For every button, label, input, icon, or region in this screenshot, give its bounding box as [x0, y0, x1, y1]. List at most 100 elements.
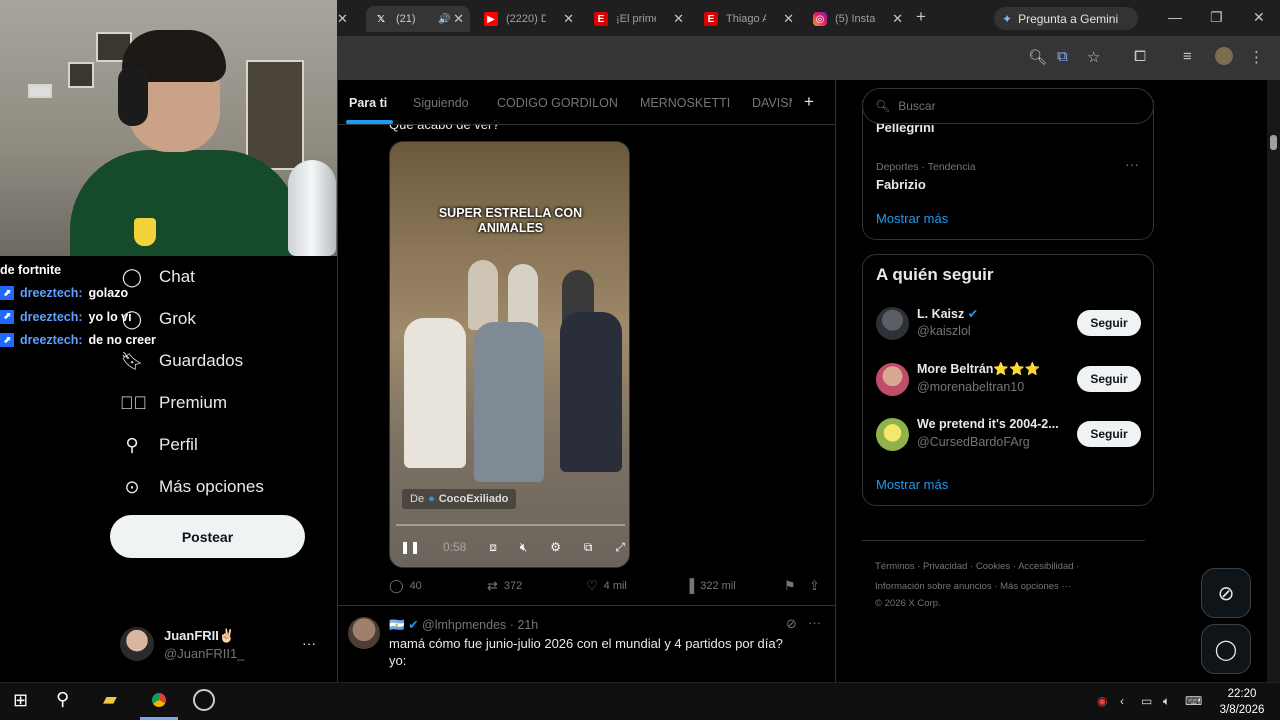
person-shirt — [70, 150, 300, 256]
install-app-icon[interactable]: ⧉ — [1057, 48, 1068, 65]
grok-icon[interactable]: ⊘ — [786, 616, 797, 632]
video-progress-bar[interactable] — [396, 524, 625, 526]
add-tab-icon[interactable]: + — [804, 92, 814, 112]
browser-tab-espn-1[interactable]: E ¡El prime ✕ — [586, 6, 690, 32]
browser-tab-espn-2[interactable]: E Thiago A ✕ — [696, 6, 800, 32]
nav-item-perfil[interactable]: ⚲ Perfil — [120, 429, 197, 461]
youtube-icon: ▶ — [484, 12, 498, 26]
network-icon[interactable]: ▭ — [1141, 694, 1152, 708]
restore-icon[interactable]: ❐ — [1210, 9, 1223, 26]
close-tab-icon[interactable]: ✕ — [453, 11, 464, 27]
avatar[interactable] — [876, 307, 909, 340]
mute-icon[interactable]: 🔇︎ — [520, 540, 528, 555]
menu-dots-icon[interactable]: ⋮ — [1249, 48, 1264, 66]
video-source[interactable]: De ● CocoExiliado — [402, 489, 517, 509]
new-tab-button[interactable]: + — [916, 7, 926, 27]
browser-tab-youtube[interactable]: ▶ (2220) D ✕ — [476, 6, 580, 32]
tab-para-ti[interactable]: Para ti — [349, 96, 387, 110]
tab-mernosketti[interactable]: MERNOSKETTI — [640, 96, 730, 110]
tray-app-icon[interactable]: ◉ — [1097, 694, 1107, 708]
avatar[interactable] — [348, 617, 380, 649]
x-logo-icon: 𝕏 — [376, 13, 386, 25]
close-tab-icon[interactable]: ✕ — [892, 11, 903, 27]
grok-fab[interactable]: ⊘ — [1201, 568, 1251, 618]
footer-links[interactable]: Términos · Privacidad · Cookies · Accesi… — [875, 557, 1155, 577]
browser-tab-x[interactable]: 𝕏 (21) 🔊 ✕ — [366, 6, 470, 32]
feed-tabs: Para ti Siguiendo CODIGO GORDILON MERNOS… — [338, 80, 835, 125]
tab-codigo-gordilon[interactable]: CODIGO GORDILON — [497, 96, 618, 110]
follow-suggestion[interactable]: More Beltrán⭐⭐⭐ @morenabeltran10 Seguir — [876, 360, 1146, 400]
headphones — [118, 66, 148, 126]
extensions-icon[interactable]: ⧠ — [1134, 48, 1146, 65]
zoom-icon[interactable]: 🔍︎ — [1028, 48, 1047, 66]
keyboard-icon[interactable]: ⌨ — [1185, 694, 1202, 708]
bookmark-button[interactable]: ⚑ — [784, 578, 802, 594]
more-icon[interactable]: ··· — [808, 615, 821, 630]
tweet-divider — [338, 605, 835, 606]
tweet-video[interactable]: SUPER ESTRELLA CON ANIMALES De ● CocoExi… — [389, 141, 630, 568]
minimize-icon[interactable]: — — [1168, 9, 1182, 25]
like-button[interactable]: ♡ 4 mil — [586, 578, 627, 594]
messages-fab[interactable]: ◯ — [1201, 624, 1251, 674]
scrollbar-thumb[interactable] — [1270, 135, 1277, 150]
account-switcher[interactable]: JuanFRII✌🏻 @JuanFRII1_ ··· — [120, 625, 320, 665]
bookmark-star-icon[interactable]: ☆ — [1087, 48, 1100, 66]
active-tab-indicator — [346, 120, 393, 124]
avatar[interactable] — [876, 363, 909, 396]
follow-show-more[interactable]: Mostrar más — [876, 477, 948, 492]
media-controls-icon[interactable]: ≡ — [1183, 48, 1192, 65]
page-scrollbar[interactable] — [1267, 80, 1280, 682]
trend-more-icon[interactable]: ··· — [1125, 156, 1139, 172]
account-more-icon[interactable]: ··· — [302, 635, 316, 651]
tweet-text: mamá cómo fue junio-julio 2026 con el mu… — [389, 636, 783, 668]
footer-links[interactable]: Información sobre anuncios · Más opcione… — [875, 577, 1155, 597]
file-explorer-icon[interactable]: ▰ — [103, 689, 117, 710]
chrome-icon[interactable] — [148, 689, 170, 711]
pause-icon[interactable]: ❚❚ — [400, 540, 420, 555]
reply-button[interactable]: ◯ 40 — [389, 578, 422, 594]
close-tab-icon[interactable]: ✕ — [563, 11, 574, 27]
close-window-icon[interactable]: ✕ — [1253, 9, 1265, 26]
close-tab-icon[interactable]: ✕ — [783, 11, 794, 27]
nav-item-premium[interactable]: ✓⃝ Premium — [120, 387, 227, 419]
avatar[interactable] — [876, 418, 909, 451]
repost-button[interactable]: ⇄ 372 — [487, 578, 522, 594]
captions-icon[interactable]: ⧈ — [489, 540, 497, 555]
chat-line: de fortnite — [0, 262, 62, 277]
views-button[interactable]: ▐ 322 mil — [685, 578, 736, 593]
volume-icon[interactable]: 🔈︎ — [1163, 694, 1170, 709]
more-circle-icon: ⊙ — [124, 476, 140, 497]
grok-icon: ⊘ — [1217, 582, 1235, 605]
browser-tab-instagram[interactable]: ◎ (5) Insta ✕ — [805, 6, 909, 32]
close-tab-icon[interactable]: ✕ — [673, 11, 684, 27]
share-button[interactable]: ⇪ — [809, 578, 826, 594]
wall-picture — [68, 62, 94, 88]
webcam-overlay — [0, 0, 337, 256]
follow-suggestion[interactable]: L. Kaisz ✔ @kaiszlol Seguir — [876, 304, 1146, 344]
chat-badge-icon: ⬈ — [0, 309, 14, 324]
trends-show-more[interactable]: Mostrar más — [876, 211, 948, 226]
video-caption: SUPER ESTRELLA CON ANIMALES — [438, 206, 583, 235]
post-button[interactable]: Postear — [110, 515, 305, 558]
obs-icon[interactable] — [193, 689, 215, 711]
windows-start-icon[interactable]: ⊞ — [13, 690, 28, 711]
search-input[interactable]: 🔍︎ Buscar — [862, 88, 1154, 124]
tab-close-partial[interactable]: ✕ — [337, 6, 359, 32]
profile-avatar-icon[interactable] — [1215, 47, 1233, 65]
tray-chevron-icon[interactable]: ‹ — [1120, 694, 1124, 708]
follow-button[interactable]: Seguir — [1077, 366, 1141, 392]
follow-button[interactable]: Seguir — [1077, 310, 1141, 336]
search-icon[interactable]: ⚲ — [56, 689, 69, 710]
source-avatar-icon: ● — [428, 493, 435, 505]
tab-siguiendo[interactable]: Siguiendo — [413, 96, 469, 110]
fullscreen-icon[interactable]: ⤢ — [615, 540, 625, 555]
settings-icon[interactable]: ⚙ — [550, 540, 561, 555]
follow-button[interactable]: Seguir — [1077, 421, 1141, 447]
nav-item-mas-opciones[interactable]: ⊙ Más opciones — [120, 471, 263, 503]
follow-suggestion[interactable]: We pretend it's 2004-2... @CursedBardoFA… — [876, 415, 1146, 455]
gemini-button[interactable]: ✦ Pregunta a Gemini — [994, 7, 1138, 30]
pip-icon[interactable]: ⧉ — [584, 540, 593, 555]
tab-davism[interactable]: DAVISM — [752, 96, 792, 110]
audio-icon[interactable]: 🔊 — [438, 14, 450, 25]
system-clock[interactable]: 22:20 3/8/2026 — [1212, 686, 1272, 718]
